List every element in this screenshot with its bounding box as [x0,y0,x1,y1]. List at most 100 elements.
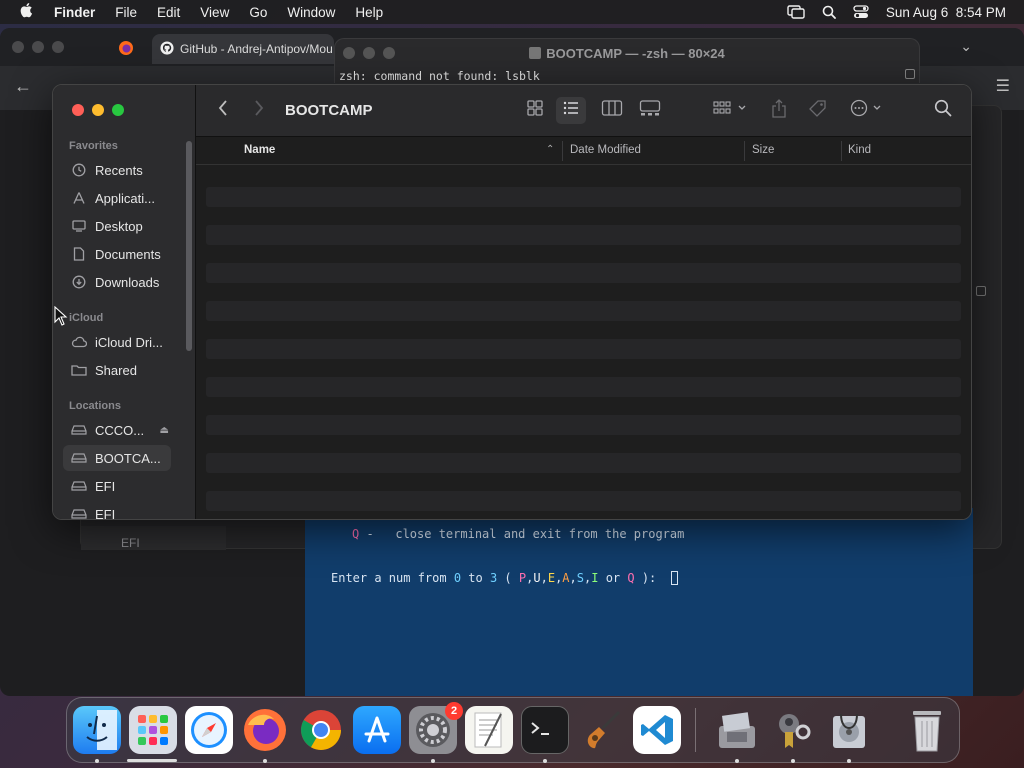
browser-tab-github[interactable]: GitHub - Andrej-Antipov/Mou [152,34,334,64]
dock-keychain-access-icon[interactable] [769,706,817,754]
menu-go[interactable]: Go [239,5,277,20]
background-app-sidebar [81,526,226,550]
apple-menu-icon[interactable] [0,2,52,23]
share-icon[interactable] [771,99,787,124]
dock-launchpad-icon[interactable] [129,706,177,754]
firefox-favicon-icon [118,40,134,59]
menu-window[interactable]: Window [277,5,345,20]
empty-row-stripe [206,377,961,397]
icon-view-icon[interactable] [526,99,544,122]
browser-back-icon[interactable]: ← [14,76,32,97]
more-actions-icon[interactable] [850,99,886,122]
terminal-side-scroll-marker[interactable] [976,286,986,296]
terminal-prompt-line: Enter a num from 0 to 3 ( P,U,E,A,S,I or… [331,571,678,585]
sidebar-item-ccco[interactable]: CCCO... ⏏ [63,417,171,443]
dock-finder-icon[interactable] [73,706,121,754]
sidebar-item-efi-2[interactable]: EFI [63,501,171,519]
column-size[interactable]: Size [752,144,774,156]
terminal-title: BOOTCAMP — -zsh — 80×24 [335,46,919,61]
column-view-icon[interactable] [601,99,623,122]
column-date-modified[interactable]: Date Modified [570,144,641,156]
gallery-view-icon[interactable] [639,99,661,122]
settings-badge: 2 [445,702,463,720]
browser-window-controls [12,41,64,53]
sidebar-item-applications[interactable]: Applicati... [63,185,171,211]
sidebar-scrollbar[interactable] [186,141,192,351]
option-q: Q [627,571,635,585]
finder-zoom-button[interactable] [112,104,124,116]
finder-minimize-button[interactable] [92,104,104,116]
back-chevron-icon[interactable] [218,99,228,123]
sidebar-item-shared[interactable]: Shared [63,357,171,383]
dock-boot-camp-icon[interactable] [713,706,761,754]
sidebar-item-recents[interactable]: Recents [63,157,171,183]
option-s: S [576,571,584,585]
dock-textedit-icon[interactable] [465,706,513,754]
forward-chevron-icon[interactable] [254,99,264,123]
browser-zoom-button[interactable] [52,41,64,53]
dock-firefox-icon[interactable] [241,706,289,754]
cloud-icon [71,334,87,350]
column-divider[interactable] [562,141,563,161]
dock-garageband-icon[interactable] [577,706,625,754]
browser-tab-firefox[interactable] [110,34,150,64]
sidebar-item-bootcamp[interactable]: BOOTCA... [63,445,171,471]
dock-safari-icon[interactable] [185,706,233,754]
eject-icon[interactable]: ⏏ [160,425,169,436]
terminal-window-titlebar: BOOTCAMP — -zsh — 80×24 zsh: command not… [334,38,920,83]
menu-bar: Finder File Edit View Go Window Help Sun… [0,0,1024,24]
sidebar-item-icloud-drive[interactable]: iCloud Dri... [63,329,171,355]
dock-running-indicator [95,759,99,763]
browser-minimize-button[interactable] [32,41,44,53]
tab-list-chevron-icon[interactable]: ⌄ [960,38,972,55]
empty-row-stripe [206,339,961,359]
background-efi-label: EFI [121,536,140,550]
dock-running-indicator [431,759,435,763]
sort-ascending-icon[interactable]: ⌃ [546,144,554,155]
control-center-icon[interactable] [853,5,869,19]
menu-help[interactable]: Help [345,5,393,20]
browser-close-button[interactable] [12,41,24,53]
drive-icon [71,422,87,438]
dock-vscode-icon[interactable] [633,706,681,754]
menu-file[interactable]: File [105,5,147,20]
sidebar-item-desktop[interactable]: Desktop [63,213,171,239]
column-name[interactable]: Name [244,144,275,156]
sidebar-item-downloads[interactable]: Downloads [63,269,171,295]
sidebar-item-label: Downloads [95,274,160,290]
terminal-scroll-marker[interactable] [905,69,915,79]
dock-trash-icon[interactable] [903,706,951,754]
empty-row-stripe [206,263,961,283]
search-icon[interactable] [934,99,952,122]
sidebar-heading-icloud: iCloud [69,312,104,324]
group-by-grid-icon[interactable] [713,99,747,122]
file-list[interactable] [206,187,961,519]
tag-icon[interactable] [808,99,828,124]
sidebar-item-label: Documents [95,246,161,262]
applications-icon [71,190,87,206]
sidebar-item-efi-1[interactable]: EFI [63,473,171,499]
dock-disk-utility-icon[interactable] [825,706,873,754]
finder-close-button[interactable] [72,104,84,116]
dock-system-settings-icon[interactable]: 2 [409,702,463,754]
dock-app-store-icon[interactable] [353,706,401,754]
column-divider[interactable] [841,141,842,161]
column-divider[interactable] [744,141,745,161]
menu-clock[interactable]: Sun Aug 6 8:54 PM [886,5,1006,20]
list-view-icon[interactable] [556,97,586,124]
menu-view[interactable]: View [190,5,239,20]
option-a: A [562,571,570,585]
sidebar-item-documents[interactable]: Documents [63,241,171,267]
menu-edit[interactable]: Edit [147,5,190,20]
dock-terminal-icon[interactable] [521,706,569,754]
column-kind[interactable]: Kind [848,144,871,156]
screen-mirroring-icon[interactable] [787,5,805,19]
terminal-content[interactable]: Q - close terminal and exit from the pro… [305,508,973,696]
menu-app-finder[interactable]: Finder [52,5,105,20]
browser-menu-icon[interactable]: ☰ [996,76,1010,96]
sidebar-heading-favorites: Favorites [69,140,118,152]
clock-icon [71,162,87,178]
spotlight-search-icon[interactable] [822,5,836,19]
document-icon [71,246,87,262]
dock-chrome-icon[interactable] [297,706,345,754]
